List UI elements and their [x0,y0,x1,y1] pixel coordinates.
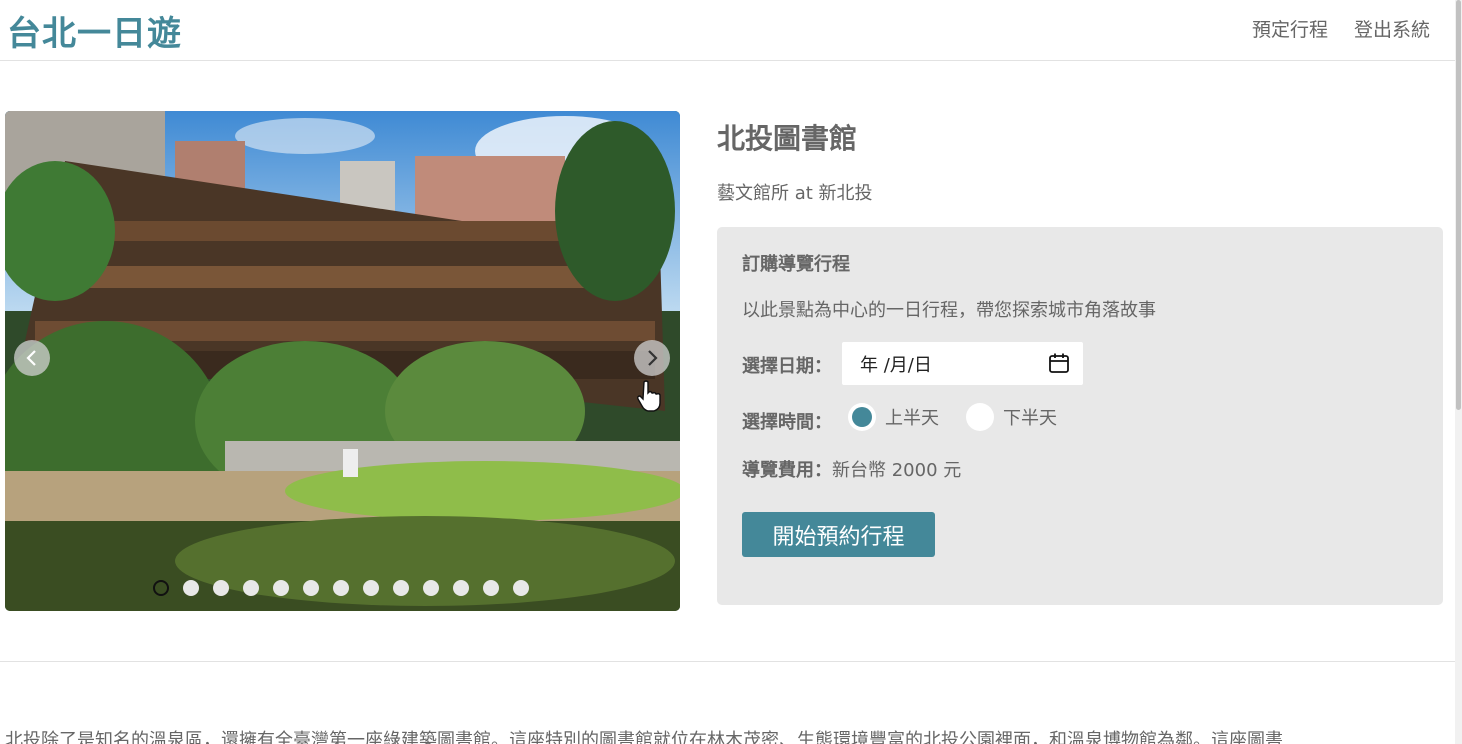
attraction-name: 北投圖書館 [717,122,858,155]
radio-button-morning[interactable] [848,403,876,431]
time-option-morning[interactable]: 上半天 [848,403,939,431]
chevron-right-icon [648,350,658,366]
carousel-dot[interactable] [273,580,289,596]
booking-description: 以此景點為中心的一日行程，帶您探索城市角落故事 [742,300,1156,321]
site-logo[interactable]: 台北一日遊 [7,6,182,55]
time-option-afternoon-label: 下半天 [1003,408,1057,429]
carousel-dot[interactable] [303,580,319,596]
fee-label: 導覽費用： [742,460,832,481]
fee-value: 新台幣 2000 元 [832,460,962,481]
carousel-dot[interactable] [333,580,349,596]
carousel-dot[interactable] [483,580,499,596]
carousel-next-button[interactable] [634,340,670,376]
date-label: 選擇日期： [742,356,832,377]
scrollbar-thumb[interactable] [1456,0,1461,410]
nav-logout-link[interactable]: 登出系統 [1354,15,1430,42]
carousel-dot[interactable] [153,580,169,596]
attraction-description: 北投除了是知名的溫泉區，還擁有全臺灣第一座綠建築圖書館。這座特別的圖書館就位在林… [5,730,1283,744]
carousel-dot[interactable] [363,580,379,596]
carousel-dot[interactable] [393,580,409,596]
carousel-prev-button[interactable] [14,340,50,376]
carousel-dot[interactable] [513,580,529,596]
booking-title: 訂購導覽行程 [742,254,850,275]
carousel-dot[interactable] [243,580,259,596]
time-label: 選擇時間： [742,412,832,433]
radio-button-afternoon[interactable] [966,403,994,431]
booking-panel: 訂購導覽行程 以此景點為中心的一日行程，帶您探索城市角落故事 選擇日期： 年 /… [717,227,1443,605]
carousel-dots [153,580,529,596]
time-option-afternoon[interactable]: 下半天 [966,403,1057,431]
chevron-left-icon [26,350,36,366]
carousel-dot[interactable] [183,580,199,596]
time-option-morning-label: 上半天 [885,408,939,429]
site-header: 台北一日遊 預定行程 登出系統 [0,0,1455,61]
page-scrollbar[interactable] [1455,0,1462,744]
fee-row: 導覽費用：新台幣 2000 元 [742,456,961,482]
carousel-dot[interactable] [453,580,469,596]
attraction-info: 北投圖書館 藝文館所 at 新北投 訂購導覽行程 以此景點為中心的一日行程，帶您… [717,111,1443,605]
carousel-dot[interactable] [423,580,439,596]
start-booking-button[interactable]: 開始預約行程 [742,512,935,557]
calendar-icon[interactable] [1048,352,1070,374]
hand-cursor-icon [637,380,661,412]
library-photo [5,111,680,611]
image-carousel [5,111,680,611]
top-nav: 預定行程 登出系統 [1252,15,1430,42]
section-divider [0,661,1455,662]
nav-booking-link[interactable]: 預定行程 [1252,15,1328,42]
date-value: 年 /月/日 [860,354,932,376]
carousel-dot[interactable] [213,580,229,596]
date-input[interactable]: 年 /月/日 [842,342,1083,385]
attraction-meta: 藝文館所 at 新北投 [717,183,873,204]
